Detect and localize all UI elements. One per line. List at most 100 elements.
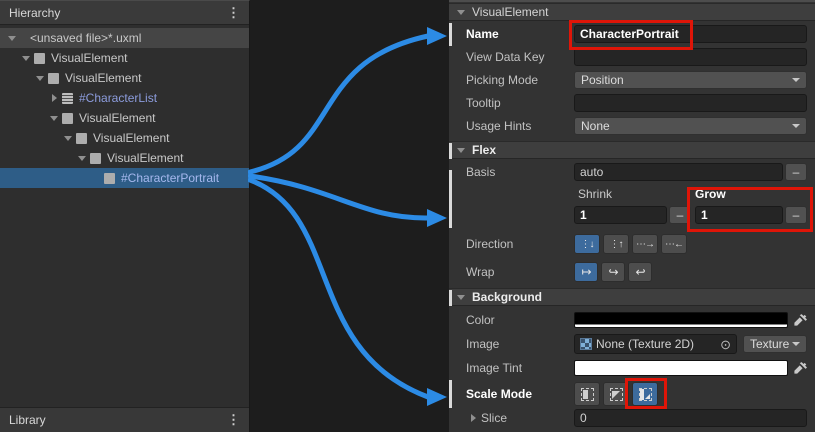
- flex-basis-field[interactable]: auto: [574, 163, 783, 181]
- scale-mode-row: Scale Mode: [449, 381, 815, 407]
- usage-hints-dropdown[interactable]: None: [574, 117, 807, 135]
- override-bar: [449, 380, 452, 408]
- kebab-menu-icon[interactable]: ⋮: [227, 412, 240, 428]
- flex-shrink-field[interactable]: 1: [574, 206, 667, 224]
- tree-item-visualelement[interactable]: VisualElement: [0, 68, 249, 88]
- tooltip-label: Tooltip: [466, 96, 501, 110]
- wrap-reverse-button[interactable]: ↩: [628, 262, 652, 282]
- override-bar: [449, 290, 452, 306]
- slice-foldout[interactable]: Slice: [467, 411, 507, 425]
- grow-unit-button[interactable]: –: [785, 206, 807, 224]
- library-header: Library ⋮: [0, 407, 249, 432]
- wrap-reverse-icon: ↩: [635, 265, 644, 279]
- visual-element-icon: [104, 173, 115, 184]
- scale-to-fit-icon: [639, 388, 652, 401]
- wrap-wrap-button[interactable]: ↪: [601, 262, 625, 282]
- override-bar: [449, 170, 452, 228]
- arrowhead-icon: [427, 27, 447, 45]
- foldout-down-icon[interactable]: [62, 132, 74, 144]
- image-tint-swatch[interactable]: [574, 360, 788, 376]
- tree-item-label: VisualElement: [107, 151, 184, 165]
- image-type-dropdown[interactable]: Texture: [743, 335, 807, 353]
- column-icon: ⋮↓: [581, 239, 594, 250]
- direction-column-button[interactable]: ⋮↓: [574, 234, 600, 254]
- foldout-down-icon[interactable]: [455, 144, 467, 156]
- kebab-menu-icon[interactable]: ⋮: [227, 5, 240, 21]
- background-section-header[interactable]: Background: [449, 288, 815, 306]
- tooltip-row: Tooltip: [449, 93, 815, 113]
- image-object-field[interactable]: None (Texture 2D) ⊙: [574, 334, 737, 354]
- scale-mode-scale-and-crop-button[interactable]: [603, 382, 629, 406]
- view-data-key-field[interactable]: [574, 48, 807, 66]
- direction-column-reverse-button[interactable]: ⋮↑: [603, 234, 629, 254]
- foldout-down-icon[interactable]: [20, 52, 32, 64]
- hierarchy-header: Hierarchy ⋮: [0, 1, 249, 25]
- hierarchy-tree: <unsaved file>*.uxml VisualElement Visua…: [0, 26, 249, 407]
- library-title: Library: [9, 413, 46, 427]
- tree-item-visualelement[interactable]: VisualElement: [0, 48, 249, 68]
- slice-field[interactable]: 0: [574, 409, 807, 427]
- tree-item-visualelement[interactable]: VisualElement: [0, 108, 249, 128]
- scale-mode-stretch-to-fill-button[interactable]: [574, 382, 600, 406]
- foldout-down-icon[interactable]: [455, 291, 467, 303]
- color-swatch[interactable]: [574, 312, 788, 328]
- view-data-key-row: View Data Key: [449, 47, 815, 67]
- foldout-down-icon[interactable]: [455, 6, 467, 18]
- foldout-down-icon[interactable]: [48, 112, 60, 124]
- tree-item-visualelement[interactable]: VisualElement: [0, 128, 249, 148]
- tree-item-label: VisualElement: [65, 71, 142, 85]
- visual-element-icon: [48, 73, 59, 84]
- name-label: Name: [466, 27, 499, 41]
- image-object-value: None (Texture 2D): [596, 337, 694, 351]
- picking-mode-dropdown[interactable]: Position: [574, 71, 807, 89]
- arrow-to-name-field: [250, 36, 428, 172]
- flex-section-header[interactable]: Flex: [449, 141, 815, 159]
- row-reverse-icon: ⋯←: [665, 239, 683, 250]
- flex-basis-label: Basis: [466, 165, 495, 179]
- view-data-key-label: View Data Key: [466, 50, 545, 64]
- wrap-nowrap-button[interactable]: ↦: [574, 262, 598, 282]
- arrow-to-grow-field: [250, 176, 428, 218]
- row-icon: ⋯→: [636, 239, 654, 250]
- arrowhead-icon: [427, 388, 447, 406]
- eyedropper-icon[interactable]: [793, 361, 807, 375]
- visual-element-section-header[interactable]: VisualElement: [449, 3, 815, 21]
- annotation-arrows: [248, 0, 450, 432]
- scale-mode-scale-to-fit-button[interactable]: [632, 382, 658, 406]
- tree-item-uxml-file[interactable]: <unsaved file>*.uxml: [0, 28, 249, 48]
- foldout-down-icon[interactable]: [34, 72, 46, 84]
- basis-unit-button[interactable]: –: [785, 163, 807, 181]
- foldout-down-icon[interactable]: [6, 32, 18, 44]
- usage-hints-value: None: [581, 119, 610, 133]
- tree-item-visualelement[interactable]: VisualElement: [0, 148, 249, 168]
- arrow-to-scale-mode: [250, 180, 428, 397]
- foldout-right-icon: [467, 412, 479, 424]
- scale-and-crop-icon: [610, 388, 623, 401]
- slice-label: Slice: [481, 411, 507, 425]
- ui-builder-window: Hierarchy ⋮ <unsaved file>*.uxml VisualE…: [0, 0, 815, 432]
- arrowhead-icon: [427, 209, 447, 227]
- tree-item-label: VisualElement: [79, 111, 156, 125]
- direction-row-reverse-button[interactable]: ⋯←: [661, 234, 687, 254]
- background-image-label: Image: [466, 337, 499, 351]
- chevron-down-icon: [792, 342, 800, 346]
- picking-mode-row: Picking Mode Position: [449, 70, 815, 90]
- tree-item-characterportrait-selected[interactable]: #CharacterPortrait: [0, 168, 249, 188]
- object-picker-icon[interactable]: ⊙: [720, 338, 731, 351]
- texture-2d-icon: [580, 338, 592, 350]
- name-row: Name: [449, 24, 815, 44]
- chevron-down-icon: [792, 78, 800, 82]
- tree-item-characterlist[interactable]: #CharacterList: [0, 88, 249, 108]
- tooltip-field[interactable]: [574, 94, 807, 112]
- foldout-down-icon[interactable]: [76, 152, 88, 164]
- eyedropper-icon[interactable]: [793, 313, 807, 327]
- flex-grow-field[interactable]: 1: [695, 206, 783, 224]
- wrap-icon: ↪: [608, 265, 617, 279]
- background-color-row: Color: [449, 310, 815, 330]
- foldout-right-icon[interactable]: [48, 92, 60, 104]
- override-bar: [449, 143, 452, 159]
- direction-row-button[interactable]: ⋯→: [632, 234, 658, 254]
- shrink-unit-button[interactable]: –: [669, 206, 691, 224]
- name-field[interactable]: [574, 25, 807, 43]
- shrink-grow-labels-row: Shrink Grow: [449, 187, 815, 201]
